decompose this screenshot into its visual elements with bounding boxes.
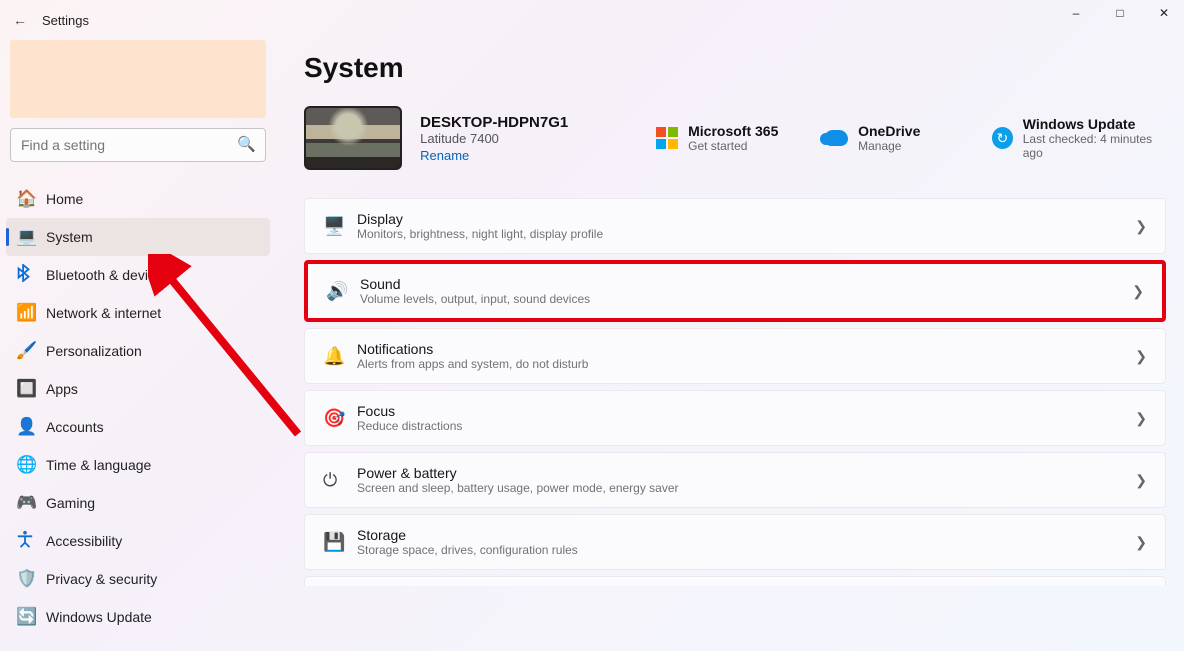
nav-label: Bluetooth & devices bbox=[46, 267, 170, 283]
device-name: DESKTOP-HDPN7G1 bbox=[420, 114, 620, 131]
link-title: Microsoft 365 bbox=[688, 123, 778, 139]
chevron-right-icon: ❯ bbox=[1135, 218, 1147, 235]
nav-label: Personalization bbox=[46, 343, 142, 359]
row-title: Storage bbox=[357, 527, 1135, 543]
row-sub: Monitors, brightness, night light, displ… bbox=[357, 227, 1135, 241]
search-input[interactable] bbox=[10, 128, 266, 162]
windows-update-link[interactable]: ↻ Windows Update Last checked: 4 minutes… bbox=[992, 116, 1166, 160]
row-notifications[interactable]: 🔔 Notifications Alerts from apps and sys… bbox=[304, 328, 1166, 384]
nav-label: Apps bbox=[46, 381, 78, 397]
nav-accounts[interactable]: 👤 Accounts bbox=[6, 408, 270, 446]
row-title: Sound bbox=[360, 276, 1132, 292]
personalization-icon: 🖌️ bbox=[16, 341, 46, 361]
minimize-button[interactable]: – bbox=[1060, 6, 1092, 20]
search-icon: 🔍 bbox=[237, 135, 256, 153]
gaming-icon: 🎮 bbox=[16, 493, 46, 513]
device-model: Latitude 7400 bbox=[420, 131, 620, 146]
nav-network[interactable]: 📶 Network & internet bbox=[6, 294, 270, 332]
onedrive-icon bbox=[824, 130, 848, 146]
row-title: Notifications bbox=[357, 341, 1135, 357]
link-sub: Manage bbox=[858, 139, 920, 153]
back-button[interactable]: ← bbox=[4, 12, 36, 28]
nav-system[interactable]: 💻 System bbox=[6, 218, 270, 256]
network-icon: 📶 bbox=[16, 303, 46, 323]
row-partial bbox=[304, 576, 1166, 586]
close-button[interactable]: ✕ bbox=[1148, 6, 1180, 20]
nav-label: Home bbox=[46, 191, 83, 207]
rename-link[interactable]: Rename bbox=[420, 148, 620, 163]
chevron-right-icon: ❯ bbox=[1135, 472, 1147, 489]
chevron-right-icon: ❯ bbox=[1135, 410, 1147, 427]
nav-gaming[interactable]: 🎮 Gaming bbox=[6, 484, 270, 522]
row-title: Power & battery bbox=[357, 465, 1135, 481]
nav-label: Windows Update bbox=[46, 609, 152, 625]
row-title: Focus bbox=[357, 403, 1135, 419]
bluetooth-icon bbox=[16, 264, 46, 287]
nav-home[interactable]: 🏠 Home bbox=[6, 180, 270, 218]
notifications-icon: 🔔 bbox=[323, 346, 357, 367]
chevron-right-icon: ❯ bbox=[1135, 348, 1147, 365]
link-sub: Last checked: 4 minutes ago bbox=[1023, 132, 1166, 160]
maximize-button[interactable]: □ bbox=[1104, 6, 1136, 20]
display-icon: 🖥️ bbox=[323, 216, 357, 237]
nav-label: Time & language bbox=[46, 457, 151, 473]
row-sub: Reduce distractions bbox=[357, 419, 1135, 433]
nav-label: Gaming bbox=[46, 495, 95, 511]
nav-personalization[interactable]: 🖌️ Personalization bbox=[6, 332, 270, 370]
nav-label: Accounts bbox=[46, 419, 104, 435]
chevron-right-icon: ❯ bbox=[1135, 534, 1147, 551]
nav-label: Privacy & security bbox=[46, 571, 157, 587]
nav-privacy[interactable]: 🛡️ Privacy & security bbox=[6, 560, 270, 598]
onedrive-link[interactable]: OneDrive Manage bbox=[824, 123, 974, 153]
user-profile-card[interactable] bbox=[10, 40, 266, 118]
sidebar-nav: 🏠 Home 💻 System Bluetooth & devices 📶 Ne… bbox=[6, 180, 270, 636]
row-sub: Alerts from apps and system, do not dist… bbox=[357, 357, 1135, 371]
row-sub: Screen and sleep, battery usage, power m… bbox=[357, 481, 1135, 495]
apps-icon: 🔲 bbox=[16, 379, 46, 399]
chevron-right-icon: ❯ bbox=[1132, 283, 1144, 300]
sound-icon: 🔊 bbox=[326, 281, 360, 302]
time-language-icon: 🌐 bbox=[16, 455, 46, 475]
device-thumbnail bbox=[304, 106, 402, 170]
microsoft365-link[interactable]: Microsoft 365 Get started bbox=[656, 123, 806, 153]
link-sub: Get started bbox=[688, 139, 778, 153]
update-circle-icon: ↻ bbox=[992, 127, 1013, 149]
shield-icon: 🛡️ bbox=[16, 569, 46, 589]
link-title: OneDrive bbox=[858, 123, 920, 139]
window-title: Settings bbox=[42, 13, 89, 28]
row-power[interactable]: ⏻ Power & battery Screen and sleep, batt… bbox=[304, 452, 1166, 508]
row-sub: Storage space, drives, configuration rul… bbox=[357, 543, 1135, 557]
row-title: Display bbox=[357, 211, 1135, 227]
home-icon: 🏠 bbox=[16, 189, 46, 209]
link-title: Windows Update bbox=[1023, 116, 1166, 132]
accessibility-icon bbox=[16, 530, 46, 553]
nav-label: System bbox=[46, 229, 93, 245]
row-sub: Volume levels, output, input, sound devi… bbox=[360, 292, 1132, 306]
row-display[interactable]: 🖥️ Display Monitors, brightness, night l… bbox=[304, 198, 1166, 254]
nav-accessibility[interactable]: Accessibility bbox=[6, 522, 270, 560]
nav-label: Accessibility bbox=[46, 533, 122, 549]
update-icon: 🔄 bbox=[16, 607, 46, 627]
focus-icon: 🎯 bbox=[323, 408, 357, 429]
system-icon: 💻 bbox=[16, 227, 46, 247]
nav-bluetooth[interactable]: Bluetooth & devices bbox=[6, 256, 270, 294]
nav-label: Network & internet bbox=[46, 305, 161, 321]
page-title: System bbox=[304, 52, 1166, 84]
row-storage[interactable]: 💾 Storage Storage space, drives, configu… bbox=[304, 514, 1166, 570]
storage-icon: 💾 bbox=[323, 532, 357, 553]
power-icon: ⏻ bbox=[323, 470, 357, 491]
nav-apps[interactable]: 🔲 Apps bbox=[6, 370, 270, 408]
nav-windows-update[interactable]: 🔄 Windows Update bbox=[6, 598, 270, 636]
row-focus[interactable]: 🎯 Focus Reduce distractions ❯ bbox=[304, 390, 1166, 446]
nav-time-language[interactable]: 🌐 Time & language bbox=[6, 446, 270, 484]
accounts-icon: 👤 bbox=[16, 417, 46, 437]
microsoft-logo-icon bbox=[656, 127, 678, 149]
row-sound[interactable]: 🔊 Sound Volume levels, output, input, so… bbox=[304, 260, 1166, 322]
